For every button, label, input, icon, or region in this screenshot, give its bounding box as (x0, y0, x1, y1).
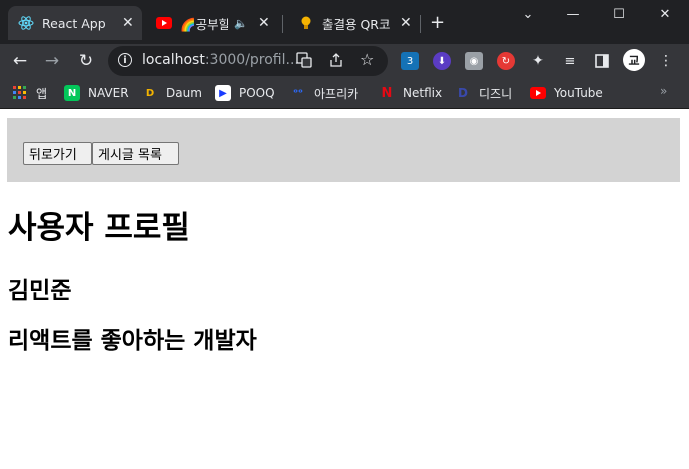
close-icon[interactable]: ✕ (258, 15, 270, 31)
bookmarks-bar: 앱 N NAVER D Daum ▶ POOQ ᵒᵒ 아프리카 N Netfli… (0, 78, 689, 109)
bookmarks-overflow-icon[interactable]: » (660, 84, 667, 98)
tab-title: React App (42, 15, 106, 31)
bookmark-star-icon[interactable]: ☆ (360, 50, 374, 69)
bookmark-netflix[interactable]: N Netflix (379, 83, 443, 103)
react-icon (18, 15, 34, 31)
browser-chrome: React App ✕ 🌈공부할 🔈 ✕ 출결용 QR코 ✕ + ⌄ — ☐ ✕… (0, 0, 689, 109)
translate-icon[interactable] (296, 52, 312, 72)
bookmark-daum[interactable]: D Daum (142, 83, 202, 103)
tab-strip: React App ✕ 🌈공부할 🔈 ✕ 출결용 QR코 ✕ + ⌄ — ☐ ✕ (0, 0, 689, 44)
naver-icon: N (64, 85, 80, 101)
extensions-puzzle-icon[interactable]: ✦ (529, 52, 547, 70)
minimize-button[interactable]: — (553, 4, 593, 24)
side-panel-icon[interactable] (593, 52, 611, 70)
afreeca-icon: ᵒᵒ (293, 87, 303, 99)
profile-avatar[interactable]: 교 (623, 49, 645, 71)
apps-grid-icon (12, 85, 28, 101)
tab-title: 출결용 QR코 (322, 16, 391, 32)
lightbulb-icon (298, 15, 314, 31)
browser-toolbar: ← → ↻ i localhost:3000/profil... ☆ 3 ⬇ ◉… (0, 44, 689, 78)
bookmark-label: Daum (166, 86, 202, 100)
share-icon[interactable] (328, 52, 344, 72)
tab-study[interactable]: 🌈공부할 🔈 ✕ (146, 6, 276, 40)
bookmark-label: YouTube (554, 86, 603, 100)
url-host: localhost (142, 52, 205, 68)
close-window-button[interactable]: ✕ (645, 4, 685, 24)
bookmark-pooq[interactable]: ▶ POOQ (215, 83, 275, 103)
pooq-icon: ▶ (215, 85, 231, 101)
netflix-icon: N (381, 85, 393, 101)
bookmark-label: 아프리카 (314, 86, 359, 101)
bookmark-label: 디즈니 (479, 86, 513, 101)
bookmark-label: 앱 (36, 86, 48, 101)
bookmark-naver[interactable]: N NAVER (64, 83, 129, 103)
download-extension-icon[interactable]: ⬇ (433, 52, 451, 70)
maximize-button[interactable]: ☐ (599, 4, 639, 24)
bookmark-label: NAVER (88, 86, 129, 100)
close-icon[interactable]: ✕ (400, 15, 412, 31)
bookmark-youtube[interactable]: YouTube (530, 83, 603, 103)
url-path: :3000/profil... (204, 52, 299, 68)
forward-arrow-icon[interactable]: → (40, 49, 64, 73)
tab-qr[interactable]: 출결용 QR코 ✕ (288, 6, 418, 40)
page-title: 사용자 프로필 (8, 210, 190, 246)
youtube-icon (530, 85, 546, 101)
css-extension-icon[interactable]: 3 (401, 52, 419, 70)
disney-icon: D (458, 86, 468, 100)
new-tab-button[interactable]: + (430, 14, 445, 32)
tab-divider (420, 15, 421, 33)
youtube-icon (156, 15, 172, 31)
tab-search-icon[interactable]: ⌄ (508, 4, 548, 24)
bookmark-apps[interactable]: 앱 (12, 83, 47, 103)
user-bio: 리액트를 좋아하는 개발자 (8, 328, 257, 354)
page-content: 뒤로가기 게시글 목록 사용자 프로필 김민준 리액트를 좋아하는 개발자 (0, 109, 689, 469)
reload-icon[interactable]: ↻ (74, 49, 98, 73)
tab-divider (282, 15, 283, 33)
url-text[interactable]: localhost:3000/profil... (142, 52, 299, 68)
tab-title: 🌈공부할 (180, 16, 228, 32)
bookmark-label: POOQ (239, 86, 275, 100)
camera-extension-icon[interactable]: ◉ (465, 52, 483, 70)
close-icon[interactable]: ✕ (122, 15, 134, 31)
user-name: 김민준 (8, 278, 72, 304)
speaker-icon[interactable]: 🔈 (234, 17, 248, 30)
back-arrow-icon[interactable]: ← (8, 49, 32, 73)
bookmark-afreeca[interactable]: ᵒᵒ 아프리카 (290, 83, 358, 103)
bookmark-label: Netflix (403, 86, 443, 100)
back-button[interactable]: 뒤로가기 (23, 142, 92, 165)
info-icon[interactable]: i (118, 53, 132, 67)
post-list-button[interactable]: 게시글 목록 (92, 142, 179, 165)
more-menu-icon[interactable]: ⋮ (657, 52, 675, 70)
daum-icon: D (145, 87, 155, 99)
bookmark-disney[interactable]: D 디즈니 (455, 83, 512, 103)
reading-list-icon[interactable]: ≡ (561, 52, 579, 70)
address-bar[interactable]: i localhost:3000/profil... ☆ (108, 46, 388, 76)
refresh-extension-icon[interactable]: ↻ (497, 52, 515, 70)
tab-react-app[interactable]: React App ✕ (8, 6, 142, 40)
